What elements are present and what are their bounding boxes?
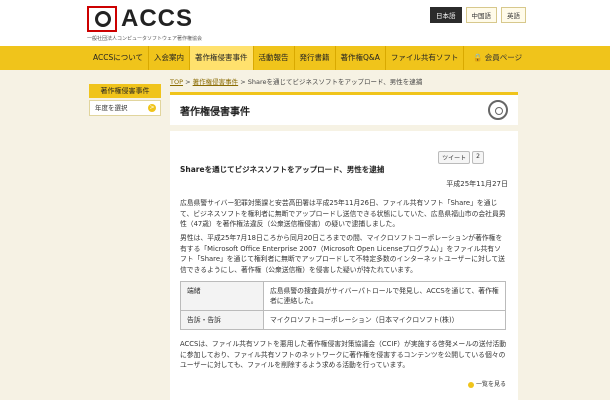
tweet-count: 2	[472, 151, 484, 164]
nav-infringement[interactable]: 著作権侵害事件	[190, 46, 254, 70]
list-link[interactable]: 一覧を見る	[467, 379, 506, 388]
tweet-button[interactable]: ツイート	[438, 151, 471, 164]
nav-books[interactable]: 発行書籍	[295, 46, 336, 70]
breadcrumb-current: Shareを通じてビジネスソフトをアップロード、男性を逮捕	[247, 78, 423, 86]
site-header: ACCS 一般社団法人コンピュータソフトウェア著作権協会 日本語 中国語 英語	[0, 0, 610, 46]
table-value: マイクロソフトコーポレーション（日本マイクロソフト(株)）	[263, 310, 506, 330]
language-switcher: 日本語 中国語 英語	[430, 7, 526, 23]
article-paragraph: 広島県警サイバー犯罪対策課と安芸高田署は平成25年11月26日、ファイル共有ソフ…	[180, 199, 506, 228]
breadcrumb-section[interactable]: 著作権侵害事件	[193, 78, 239, 86]
tweet-widget: ツイート 2	[438, 151, 484, 164]
case-table: 端緒 広島県警の捜査員がサイバーパトロールで発見し、ACCSを通じて、著作権者に…	[180, 281, 506, 330]
arrow-right-icon: >	[148, 104, 156, 112]
nav-activity[interactable]: 活動報告	[254, 46, 295, 70]
breadcrumb-sep: >	[240, 78, 246, 86]
sidebar: 著作権侵害事件 年度を選択 >	[89, 84, 161, 116]
article-paragraph: 男性は、平成25年7月18日ころから同月20日ころまでの間、マイクロソフトコーポ…	[180, 234, 505, 274]
page-title: 著作権侵害事件	[180, 107, 250, 118]
breadcrumb-top[interactable]: TOP	[170, 78, 183, 86]
accs-logo[interactable]: ACCS 一般社団法人コンピュータソフトウェア著作権協会	[87, 5, 202, 42]
lang-japanese[interactable]: 日本語	[430, 7, 462, 23]
table-row: 端緒 広島県警の捜査員がサイバーパトロールで発見し、ACCSを通じて、著作権者に…	[180, 281, 506, 311]
nav-file-sharing[interactable]: ファイル共有ソフト	[386, 46, 465, 70]
article-paragraph: ACCSは、ファイル共有ソフトを悪用した著作権侵害対策協議会（CCIF）が実施す…	[180, 340, 507, 369]
sidebar-heading: 著作権侵害事件	[89, 84, 161, 98]
sidebar-item-label: 年度を選択	[95, 104, 128, 112]
bullet-icon	[467, 381, 474, 388]
article-title: Shareを通じてビジネスソフトをアップロード、男性を逮捕	[180, 165, 385, 174]
table-row: 告訴・告訴 マイクロソフトコーポレーション（日本マイクロソフト(株)）	[180, 310, 506, 330]
logo-wordmark: ACCS	[121, 5, 194, 32]
page-title-bar: 著作権侵害事件	[170, 92, 518, 125]
sidebar-item-year-select[interactable]: 年度を選択 >	[89, 100, 161, 116]
nav-join[interactable]: 入会案内	[149, 46, 191, 70]
lang-chinese[interactable]: 中国語	[465, 7, 497, 23]
member-label: 会員ページ	[484, 53, 523, 62]
member-page-link[interactable]: 🔒 会員ページ	[467, 46, 528, 70]
breadcrumb: TOP > 著作権侵害事件 > Shareを通じてビジネスソフトをアップロード、…	[170, 76, 422, 86]
main-nav: ACCSについて 入会案内 著作権侵害事件 活動報告 発行書籍 著作権Q&A フ…	[0, 46, 610, 70]
cd-icon	[488, 100, 508, 120]
cd-logo-icon	[87, 6, 117, 32]
list-link-label: 一覧を見る	[475, 381, 506, 388]
lang-english[interactable]: 英語	[501, 7, 526, 23]
logo-subtitle: 一般社団法人コンピュータソフトウェア著作権協会	[87, 36, 203, 42]
breadcrumb-sep: >	[185, 78, 191, 86]
article-card: ツイート 2 Shareを通じてビジネスソフトをアップロード、男性を逮捕 平成2…	[170, 131, 518, 400]
table-key: 告訴・告訴	[180, 310, 264, 330]
lock-icon: 🔒	[473, 53, 483, 62]
article-date: 平成25年11月27日	[446, 180, 508, 188]
table-value: 広島県警の捜査員がサイバーパトロールで発見し、ACCSを通じて、著作権者に連絡し…	[263, 281, 506, 311]
nav-about[interactable]: ACCSについて	[88, 46, 150, 70]
table-key: 端緒	[180, 281, 264, 311]
nav-qa[interactable]: 著作権Q&A	[336, 46, 386, 70]
